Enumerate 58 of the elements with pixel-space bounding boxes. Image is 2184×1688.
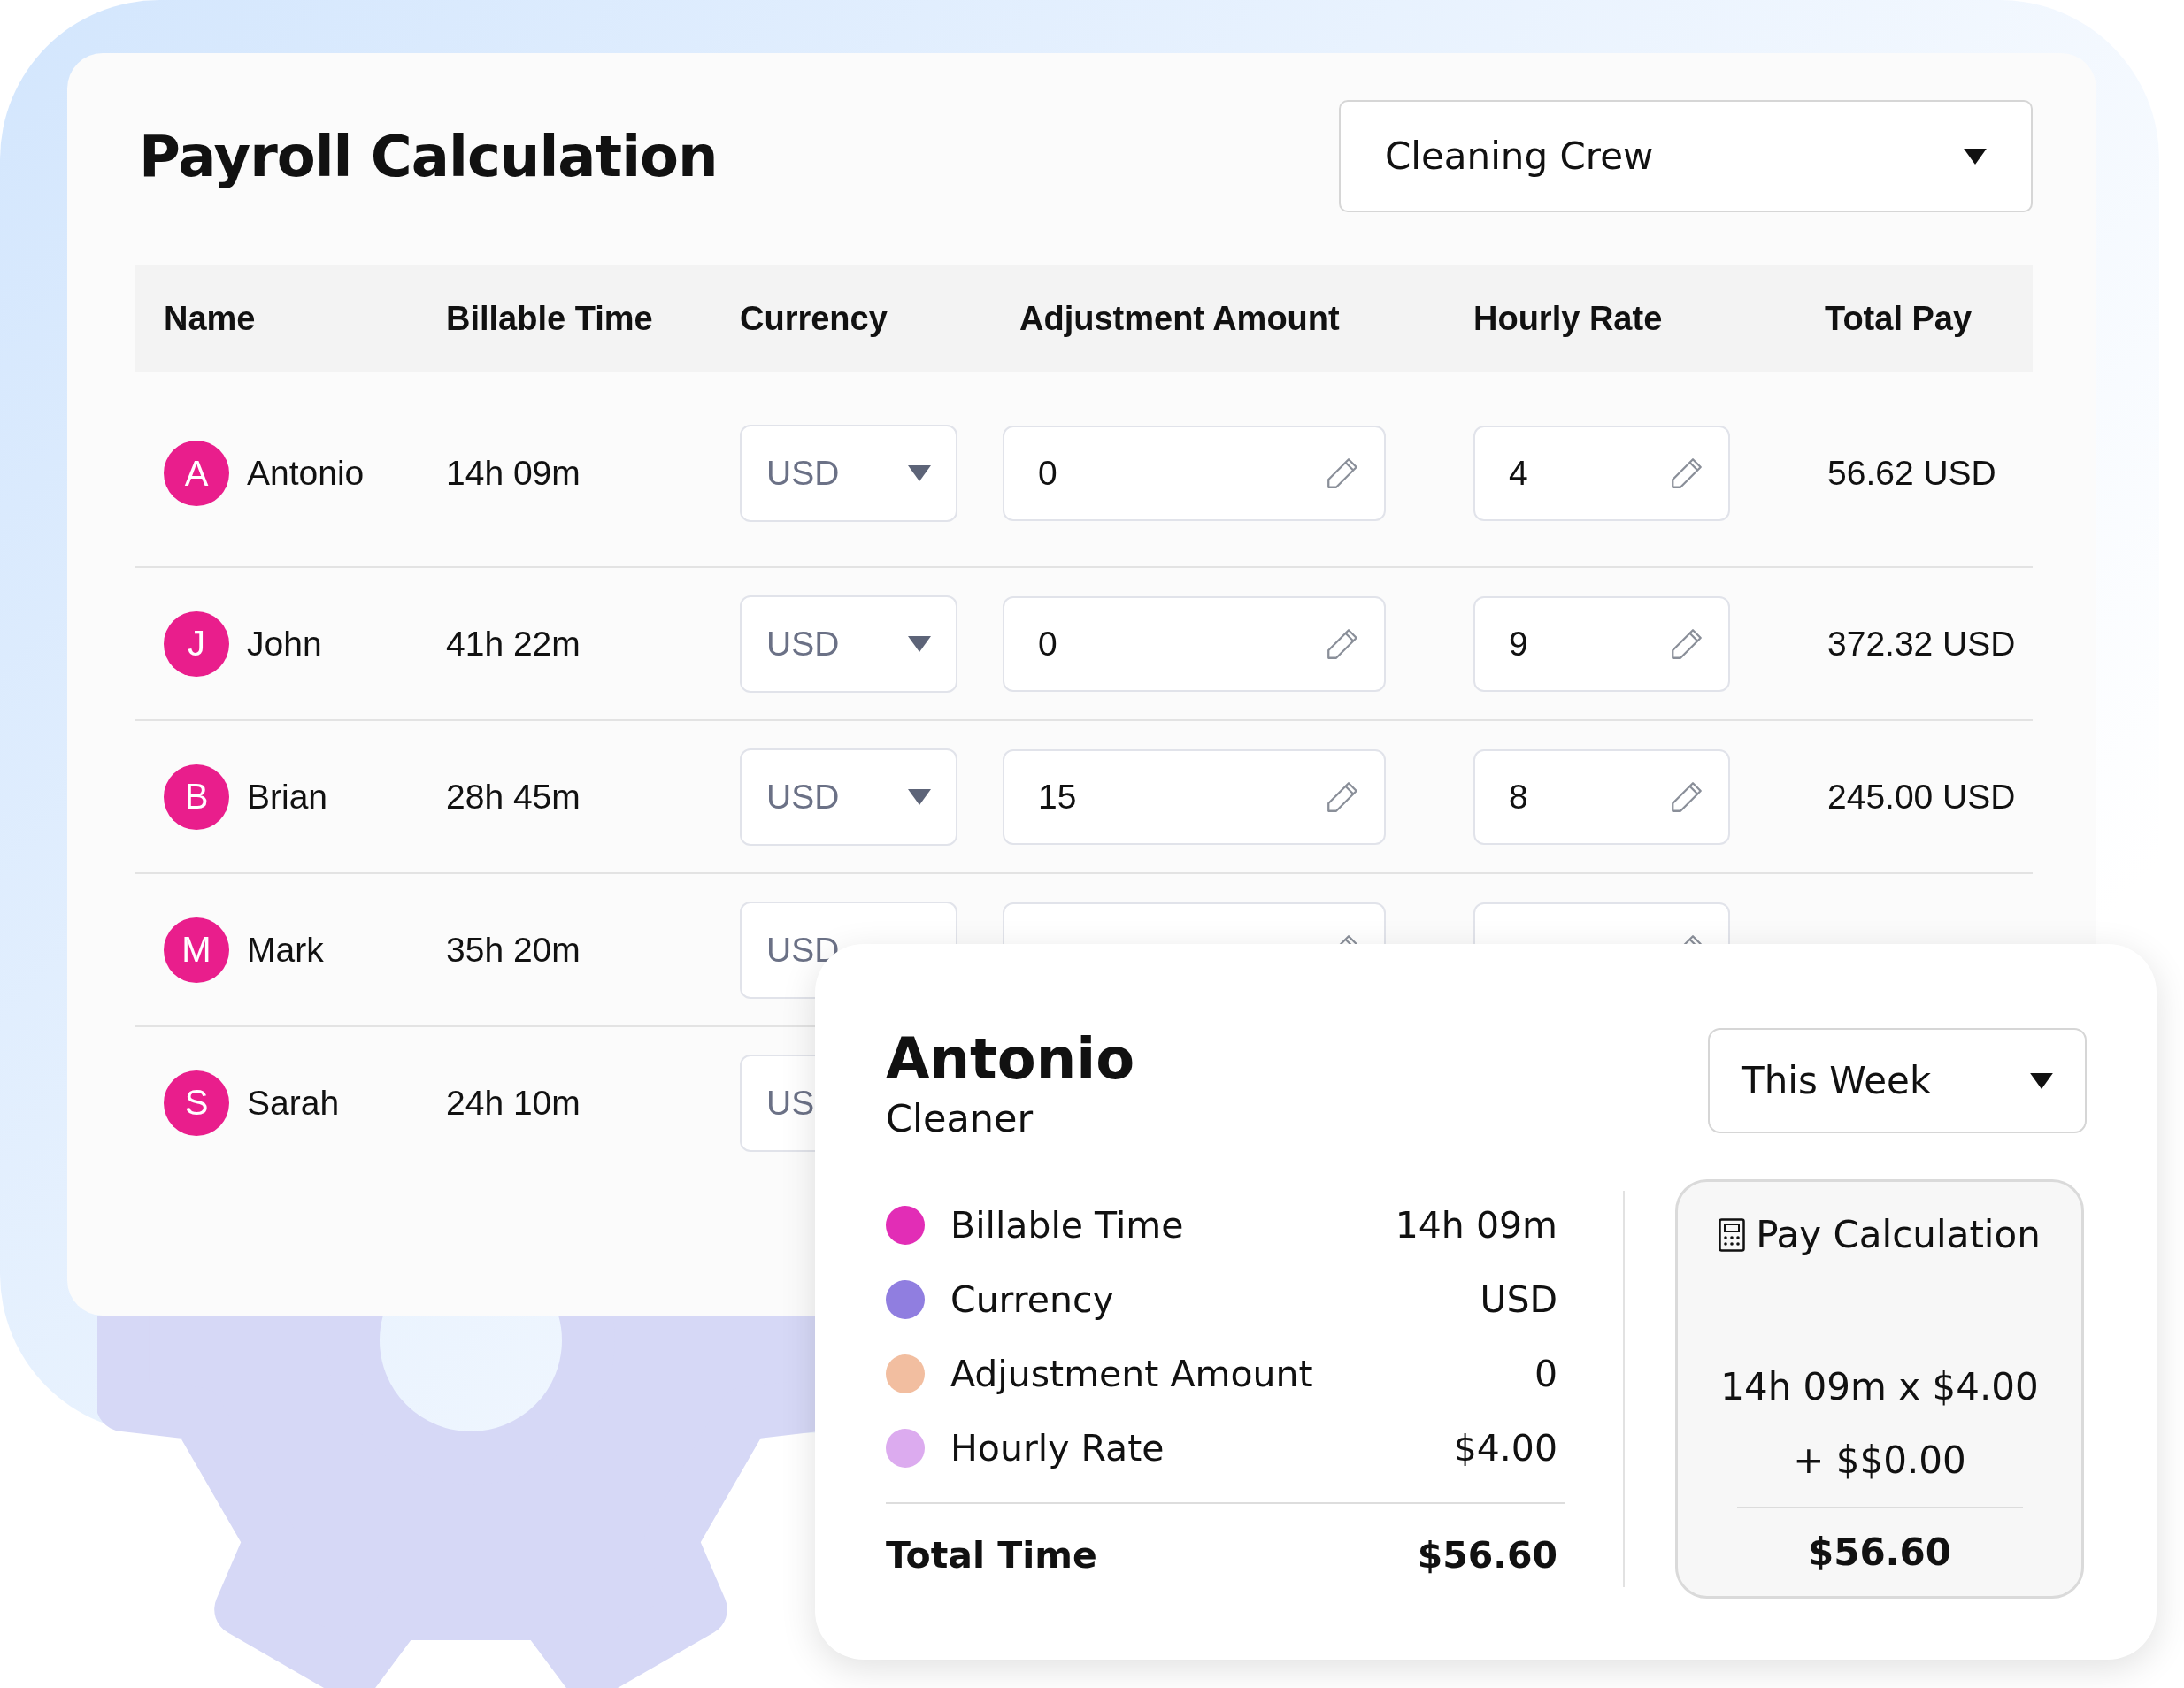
team-dropdown[interactable]: Cleaning Crew [1339,100,2033,212]
employee-role: Cleaner [886,1095,1034,1142]
employee-name: John [247,624,322,664]
employee-name: Brian [247,777,328,817]
currency-dropdown[interactable]: USD [740,748,957,846]
employee-name: Antonio [247,454,365,493]
billable-time: 35h 20m [446,930,581,970]
total-pay: 56.62 USD [1826,454,1996,492]
calculator-icon [1719,1217,1746,1252]
breakdown-label: Hourly Rate [950,1427,1165,1469]
total-pay: 245.00 USD [1826,777,2016,816]
billable-time: 41h 22m [446,624,581,664]
column-header: Name [164,299,257,338]
avatar: J [164,610,229,677]
adjustment-field[interactable]: 15 [1003,748,1386,845]
currency-dropdown[interactable]: USD [740,425,957,522]
billable-time: 24h 10m [446,1083,581,1123]
period-dropdown[interactable]: This Week [1708,1028,2087,1133]
breakdown-label: Billable Time [950,1204,1184,1247]
column-header: Adjustment Amount [1019,299,1341,338]
avatar: M [164,917,229,983]
breakdown-value: USD [1480,1278,1558,1321]
adjustment-field[interactable]: 0 [1003,426,1386,521]
hourly-rate-field[interactable]: 9 [1473,595,1730,692]
calculation-result: $56.60 [1807,1529,1952,1576]
breakdown-label: Adjustment Amount [950,1353,1313,1395]
employee-name: Sarah [247,1083,340,1123]
billable-time: 14h 09m [446,454,581,493]
avatar: B [164,763,229,830]
billable-time: 28h 45m [446,777,581,817]
caret-icon [908,634,931,653]
adjustment-field[interactable]: 0 [1003,595,1386,692]
caret-icon [908,464,931,482]
employee-name: Mark [247,930,324,970]
column-header: Total Pay [1825,299,1973,338]
breakdown-value: 14h 09m [1395,1204,1558,1247]
total-label: Total Time [886,1534,1097,1577]
column-header: Billable Time [446,299,654,338]
currency-dropdown[interactable]: USD [740,595,957,693]
caret-icon [908,787,931,806]
calculation-formula: 14h 09m x $4.00 [1720,1363,2039,1410]
calculation-title: Pay Calculation [1756,1213,2041,1257]
column-header: Currency [740,299,888,338]
avatar: S [164,1070,229,1136]
page-title: Payroll Calculation [139,123,718,189]
employee-name: Antonio [886,1028,1135,1090]
breakdown-value: 0 [1534,1353,1558,1395]
breakdown-value: $4.00 [1453,1427,1558,1469]
caret-icon [1964,148,1987,165]
caret-icon [2030,1072,2053,1089]
calculation-adjustment: + $$0.00 [1793,1438,1966,1485]
hourly-rate-field[interactable]: 8 [1473,748,1730,845]
total-pay: 372.32 USD [1826,624,2016,663]
avatar: A [164,441,229,506]
breakdown-label: Currency [950,1278,1114,1321]
column-header: Hourly Rate [1473,299,1664,338]
hourly-rate-field[interactable]: 4 [1473,426,1730,521]
total-value: $56.60 [1417,1534,1557,1577]
